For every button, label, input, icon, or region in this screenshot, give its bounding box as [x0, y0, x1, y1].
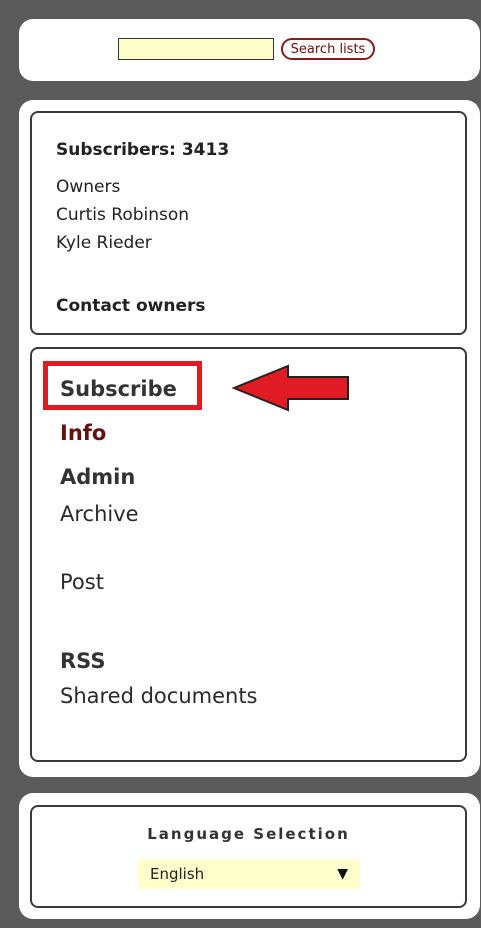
- language-selection-title: Language Selection: [147, 825, 350, 843]
- search-lists-button[interactable]: Search lists: [281, 38, 375, 60]
- language-select[interactable]: English ▼: [138, 859, 360, 889]
- language-box: Language Selection English ▼: [30, 805, 467, 908]
- menu-info-link[interactable]: Info: [60, 421, 106, 445]
- menu-archive-link[interactable]: Archive: [60, 502, 139, 526]
- list-info-box: Subscribers: 3413 Owners Curtis Robinson…: [30, 111, 467, 335]
- menu-rss-link[interactable]: RSS: [60, 649, 105, 673]
- menu-shared-documents-link[interactable]: Shared documents: [60, 684, 258, 708]
- subscribers-count: Subscribers: 3413: [56, 140, 230, 160]
- owners-title: Owners: [56, 177, 121, 197]
- menu-admin-link[interactable]: Admin: [60, 465, 135, 489]
- search-input[interactable]: [118, 38, 274, 60]
- subscribe-highlight-box: [43, 361, 202, 410]
- left-arrow-icon: [232, 364, 349, 412]
- chevron-down-icon: ▼: [337, 866, 348, 882]
- contact-owners-link[interactable]: Contact owners: [56, 296, 206, 316]
- owner-name: Kyle Rieder: [56, 233, 152, 253]
- language-selected-value: English: [150, 865, 205, 883]
- menu-post-link[interactable]: Post: [60, 570, 104, 594]
- owner-name: Curtis Robinson: [56, 205, 190, 225]
